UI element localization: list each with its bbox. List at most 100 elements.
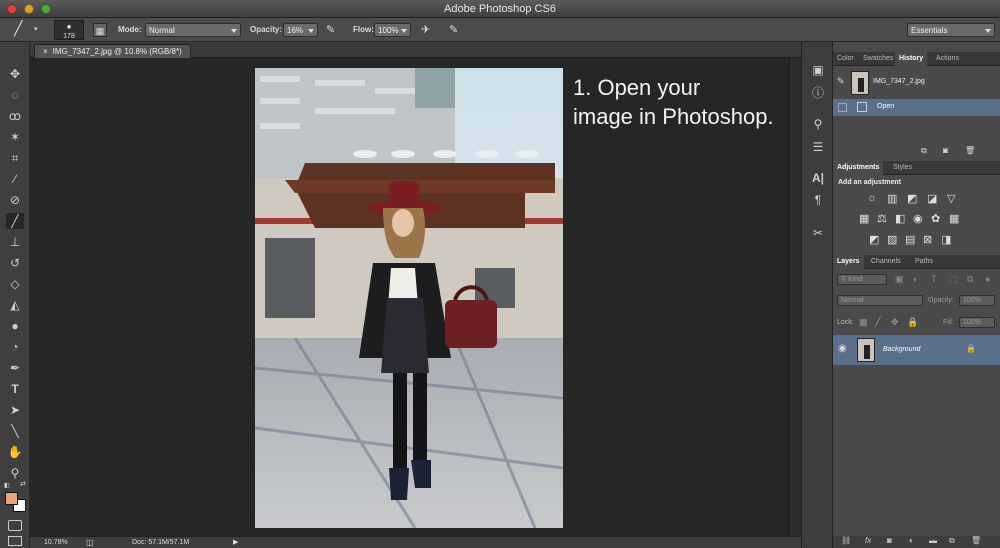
quick-selection-tool-icon[interactable]: ✶ — [6, 129, 24, 145]
status-preview-icon[interactable]: ◫ — [86, 537, 94, 548]
airbrush-icon[interactable]: ✈ — [421, 23, 430, 37]
brush-picker[interactable]: ● 178 — [54, 20, 84, 40]
paragraph-panel-icon[interactable]: ¶ — [809, 192, 827, 208]
link-layers-icon[interactable]: ⛓ — [841, 536, 851, 545]
zoom-level[interactable]: 10.78% — [44, 537, 68, 548]
layer-style-icon[interactable]: fx — [865, 536, 871, 545]
tab-swatches[interactable]: Swatches — [859, 52, 897, 66]
brush-tool-icon[interactable]: ╱ — [6, 213, 24, 229]
healing-brush-tool-icon[interactable]: ⊘ — [6, 192, 24, 208]
lock-position-icon[interactable]: ✥ — [891, 317, 899, 328]
status-menu-arrow-icon[interactable]: ▶ — [233, 537, 238, 548]
blend-mode-select[interactable]: Normal — [837, 295, 923, 306]
flow-field[interactable]: 100% — [374, 23, 411, 37]
filter-type-icon[interactable]: T — [931, 274, 937, 284]
hue-saturation-icon[interactable]: ▦ — [859, 212, 869, 225]
hand-tool-icon[interactable]: ✋ — [6, 444, 24, 460]
brush-tool-preset-icon[interactable]: ╱ — [14, 21, 22, 35]
new-layer-icon[interactable]: ⧉ — [949, 536, 955, 546]
delete-state-icon[interactable]: 🗑 — [965, 146, 975, 155]
pen-tool-icon[interactable]: ✒ — [6, 360, 24, 376]
filter-toggle-icon[interactable]: ● — [985, 274, 990, 284]
layer-opacity-field[interactable]: 100% — [959, 295, 995, 306]
history-panel-icon[interactable]: ▣ — [809, 62, 827, 78]
invert-icon[interactable]: ◩ — [869, 233, 879, 246]
move-tool-icon[interactable]: ✥ — [6, 66, 24, 82]
paint-bucket-tool-icon[interactable]: ◭ — [6, 297, 24, 313]
pressure-opacity-icon[interactable]: ✎ — [326, 23, 335, 37]
canvas-vertical-scrollbar[interactable] — [789, 58, 801, 536]
eyedropper-tool-icon[interactable]: ⁄ — [6, 171, 24, 187]
create-snapshot-icon[interactable]: ◙ — [943, 146, 948, 155]
swap-colors-icon[interactable]: ⇄ — [20, 480, 26, 488]
black-white-icon[interactable]: ◧ — [895, 212, 905, 225]
foreground-color-swatch[interactable] — [5, 492, 18, 505]
history-brush-tool-icon[interactable]: ↺ — [6, 255, 24, 271]
selective-color-icon[interactable]: ◨ — [941, 233, 951, 246]
tool-presets-icon[interactable]: ✂ — [809, 225, 827, 241]
screen-mode-icon[interactable] — [8, 536, 22, 546]
tab-actions[interactable]: Actions — [932, 52, 963, 66]
default-colors-icon[interactable]: ◧ — [4, 482, 10, 489]
history-snapshot[interactable]: ✎ IMG_7347_2.jpg — [833, 68, 1000, 98]
lasso-tool-icon[interactable]: ꝏ — [6, 108, 24, 124]
tab-channels[interactable]: Channels — [867, 255, 905, 269]
vibrance-icon[interactable]: ▽ — [947, 192, 955, 205]
document-image[interactable] — [255, 68, 563, 528]
document-tab[interactable]: × IMG_7347_2.jpg @ 10.8% (RGB/8*) — [34, 44, 191, 58]
blur-tool-icon[interactable]: ● — [6, 318, 24, 334]
new-adjustment-layer-icon[interactable]: ◐ — [909, 536, 914, 545]
lock-transparent-icon[interactable]: ▦ — [859, 317, 868, 328]
tab-history[interactable]: History — [895, 52, 928, 66]
tab-adjustments[interactable]: Adjustments — [833, 161, 884, 175]
new-document-from-state-icon[interactable]: ⧉ — [921, 146, 927, 156]
layer-visibility-eye-icon[interactable]: ◉ — [838, 343, 847, 354]
curves-icon[interactable]: ◩ — [907, 192, 917, 205]
tab-paths[interactable]: Paths — [911, 255, 937, 269]
brightness-contrast-icon[interactable]: ☼ — [867, 192, 877, 204]
tab-styles[interactable]: Styles — [889, 161, 916, 175]
delete-layer-icon[interactable]: 🗑 — [971, 536, 981, 545]
clone-stamp-tool-icon[interactable]: ⊥ — [6, 234, 24, 250]
new-group-icon[interactable]: ▬ — [929, 536, 937, 545]
exposure-icon[interactable]: ◪ — [927, 192, 937, 205]
zoom-tool-icon[interactable]: ⚲ — [6, 465, 24, 481]
filter-adjustment-icon[interactable]: ◐ — [913, 274, 918, 284]
add-mask-icon[interactable]: ◙ — [887, 536, 892, 545]
type-tool-icon[interactable]: T — [6, 381, 24, 397]
color-balance-icon[interactable]: ⚖ — [877, 212, 887, 225]
layer-row[interactable]: ◉ Background 🔒 — [833, 335, 1000, 365]
filter-pixel-icon[interactable]: ▣ — [895, 274, 904, 285]
filter-shape-icon[interactable]: ⬚ — [949, 274, 958, 285]
pressure-size-icon[interactable]: ✎ — [449, 23, 458, 37]
crop-tool-icon[interactable]: ⌗ — [6, 150, 24, 166]
posterize-icon[interactable]: ▨ — [887, 233, 897, 246]
photo-filter-icon[interactable]: ◉ — [913, 212, 923, 225]
path-selection-tool-icon[interactable]: ➤ — [6, 402, 24, 418]
dodge-tool-icon[interactable]: ◔ — [6, 339, 24, 355]
close-tab-icon[interactable]: × — [43, 47, 48, 56]
lock-image-icon[interactable]: ╱ — [875, 317, 880, 328]
history-step-checkbox[interactable] — [838, 103, 847, 112]
history-step[interactable]: Open — [833, 99, 1000, 116]
tool-preset-dropdown-icon[interactable]: ▾ — [34, 23, 38, 37]
quick-mask-icon[interactable] — [8, 520, 22, 531]
mode-select[interactable]: Normal — [145, 23, 241, 37]
brush-panel-toggle-icon[interactable]: ▦ — [93, 23, 107, 37]
layer-kind-filter[interactable]: ⚲ Kind — [837, 274, 887, 285]
opacity-field[interactable]: 16% — [283, 23, 318, 37]
filter-smart-object-icon[interactable]: ⧉ — [967, 274, 973, 285]
info-panel-icon[interactable]: ⓘ — [809, 85, 827, 101]
tab-layers[interactable]: Layers — [833, 255, 864, 269]
brush-presets-icon[interactable]: ☰ — [809, 139, 827, 155]
tab-color[interactable]: Color — [833, 52, 858, 66]
fill-field[interactable]: 100% — [959, 317, 995, 328]
lock-all-icon[interactable]: 🔒 — [907, 317, 918, 328]
character-panel-icon[interactable]: A| — [809, 170, 827, 186]
layer-name[interactable]: Background — [883, 346, 920, 353]
color-lookup-icon[interactable]: ▦ — [949, 212, 959, 225]
gradient-map-icon[interactable]: ⊠ — [923, 233, 932, 246]
workspace-select[interactable]: Essentials — [907, 23, 995, 37]
line-tool-icon[interactable]: ╲ — [6, 423, 24, 439]
brush-panel-icon[interactable]: ⚲ — [809, 116, 827, 132]
